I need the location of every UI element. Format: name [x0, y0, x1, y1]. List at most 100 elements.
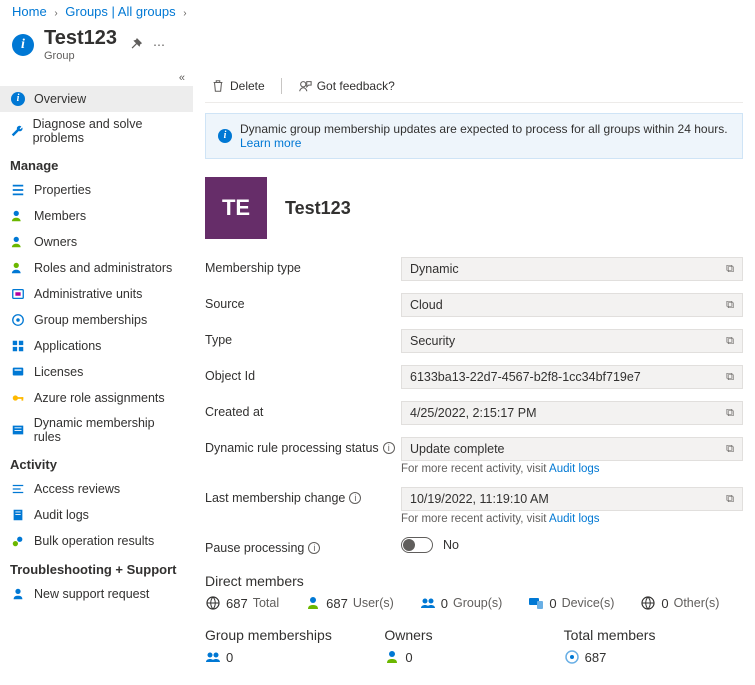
sidebar-item-support[interactable]: New support request	[0, 581, 193, 607]
owners-label: Owners	[384, 627, 563, 643]
sidebar-item-applications[interactable]: Applications	[0, 333, 193, 359]
delete-button[interactable]: Delete	[205, 76, 271, 96]
audit-logs-link[interactable]: Audit logs	[549, 463, 600, 475]
total-icon	[564, 649, 580, 665]
stat-users[interactable]: 687User(s)	[305, 595, 394, 611]
group-header: TE Test123	[205, 177, 743, 239]
audit-logs-link[interactable]: Audit logs	[549, 513, 600, 525]
collapse-sidebar-icon[interactable]: «	[0, 70, 193, 86]
more-icon[interactable]: ⋯	[153, 38, 165, 52]
stat-total[interactable]: 687Total	[205, 595, 279, 611]
key-icon	[10, 390, 26, 406]
sidebar-item-label: Access reviews	[34, 482, 120, 496]
page-subtitle: Group	[44, 50, 117, 62]
sidebar-section-activity: Activity	[0, 449, 193, 476]
breadcrumb-home[interactable]: Home	[12, 4, 47, 19]
sidebar-item-diagnose[interactable]: Diagnose and solve problems	[0, 112, 193, 150]
sidebar-item-access-reviews[interactable]: Access reviews	[0, 476, 193, 502]
sidebar-item-label: Roles and administrators	[34, 261, 172, 275]
wrench-icon	[10, 123, 25, 139]
pause-toggle[interactable]	[401, 537, 433, 553]
admin-units-icon	[10, 286, 26, 302]
sidebar-item-overview[interactable]: i Overview	[0, 86, 193, 112]
sidebar-item-admin-units[interactable]: Administrative units	[0, 281, 193, 307]
dynamic-rules-icon	[10, 422, 26, 438]
label-last-change: Last membership changei	[205, 487, 395, 505]
copy-icon[interactable]: ⧉	[726, 299, 734, 312]
value-created-at: 4/25/2022, 2:15:17 PM⧉	[401, 401, 743, 425]
sidebar: « i Overview Diagnose and solve problems…	[0, 70, 193, 685]
pin-icon[interactable]	[129, 38, 143, 52]
sidebar-item-roles[interactable]: Roles and administrators	[0, 255, 193, 281]
help-icon[interactable]: i	[349, 492, 361, 504]
sidebar-item-dynamic-rules[interactable]: Dynamic membership rules	[0, 411, 193, 449]
copy-icon[interactable]: ⧉	[726, 493, 734, 506]
breadcrumb: Home › Groups | All groups ›	[0, 0, 755, 23]
licenses-icon	[10, 364, 26, 380]
device-icon	[528, 595, 544, 611]
copy-icon[interactable]: ⧉	[726, 371, 734, 384]
globe-icon	[205, 595, 221, 611]
person-feedback-icon	[298, 79, 312, 93]
stat-devices[interactable]: 0Device(s)	[528, 595, 614, 611]
globe-icon	[640, 595, 656, 611]
copy-icon[interactable]: ⧉	[726, 443, 734, 456]
stat-others[interactable]: 0Other(s)	[640, 595, 719, 611]
breadcrumb-groups[interactable]: Groups | All groups	[65, 4, 175, 19]
help-icon[interactable]: i	[383, 442, 395, 454]
sidebar-item-label: Audit logs	[34, 508, 89, 522]
owners-count[interactable]: 0	[384, 649, 563, 665]
total-members-count[interactable]: 687	[564, 649, 743, 665]
support-icon	[10, 586, 26, 602]
copy-icon[interactable]: ⧉	[726, 335, 734, 348]
sidebar-item-group-memberships[interactable]: Group memberships	[0, 307, 193, 333]
direct-members-stats: 687Total 687User(s) 0Group(s) 0Device(s)…	[205, 595, 743, 611]
page-title: Test123	[44, 27, 117, 50]
total-members-block: Total members 687	[564, 627, 743, 665]
sidebar-item-label: New support request	[34, 587, 149, 601]
members-icon	[10, 208, 26, 224]
group-memberships-count[interactable]: 0	[205, 649, 384, 665]
group-memberships-label: Group memberships	[205, 627, 384, 643]
value-last-change: 10/19/2022, 11:19:10 AM⧉	[401, 487, 743, 511]
properties-icon	[10, 182, 26, 198]
sidebar-item-licenses[interactable]: Licenses	[0, 359, 193, 385]
sidebar-item-label: Owners	[34, 235, 77, 249]
info-banner: i Dynamic group membership updates are e…	[205, 113, 743, 159]
sidebar-item-audit-logs[interactable]: Audit logs	[0, 502, 193, 528]
chevron-right-icon: ›	[183, 8, 186, 19]
audit-logs-icon	[10, 507, 26, 523]
applications-icon	[10, 338, 26, 354]
sidebar-item-members[interactable]: Members	[0, 203, 193, 229]
sidebar-item-label: Bulk operation results	[34, 534, 154, 548]
sidebar-item-bulk-results[interactable]: Bulk operation results	[0, 528, 193, 554]
sidebar-item-properties[interactable]: Properties	[0, 177, 193, 203]
copy-icon[interactable]: ⧉	[726, 263, 734, 276]
helper-last-change: For more recent activity, visit Audit lo…	[401, 513, 743, 525]
owners-icon	[10, 234, 26, 250]
info-icon: i	[12, 34, 34, 56]
total-members-label: Total members	[564, 627, 743, 643]
owners-block: Owners 0	[384, 627, 563, 665]
value-membership-type: Dynamic⧉	[401, 257, 743, 281]
help-icon[interactable]: i	[308, 542, 320, 554]
delete-label: Delete	[230, 79, 265, 93]
sidebar-item-label: Dynamic membership rules	[34, 416, 183, 444]
toolbar: Delete Got feedback?	[205, 70, 743, 103]
sidebar-section-troubleshooting: Troubleshooting + Support	[0, 554, 193, 581]
copy-icon[interactable]: ⧉	[726, 407, 734, 420]
value-source: Cloud⧉	[401, 293, 743, 317]
roles-icon	[10, 260, 26, 276]
stat-groups[interactable]: 0Group(s)	[420, 595, 503, 611]
sidebar-item-azure-roles[interactable]: Azure role assignments	[0, 385, 193, 411]
sidebar-item-label: Overview	[34, 92, 86, 106]
label-object-id: Object Id	[205, 365, 395, 383]
group-icon	[420, 595, 436, 611]
sidebar-item-label: Diagnose and solve problems	[33, 117, 183, 145]
trash-icon	[211, 79, 225, 93]
sidebar-item-label: Administrative units	[34, 287, 142, 301]
banner-learn-more-link[interactable]: Learn more	[240, 136, 301, 150]
sidebar-section-manage: Manage	[0, 150, 193, 177]
sidebar-item-owners[interactable]: Owners	[0, 229, 193, 255]
feedback-button[interactable]: Got feedback?	[292, 76, 401, 96]
